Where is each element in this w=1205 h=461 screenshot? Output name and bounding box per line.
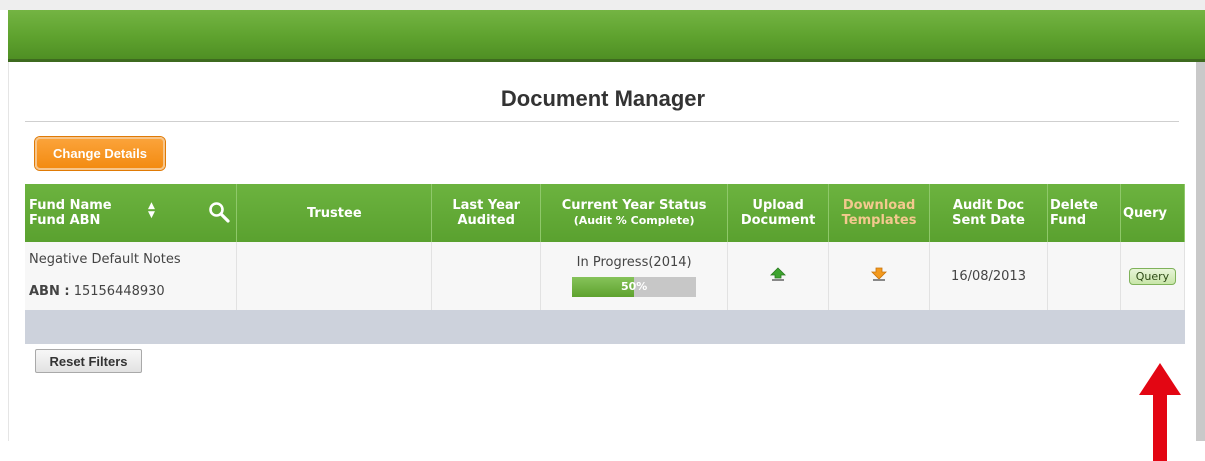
- annotation-arrow-icon: [1139, 363, 1181, 461]
- search-icon[interactable]: [207, 200, 231, 224]
- cell-audit-doc-sent-date: 16/08/2013: [929, 242, 1048, 310]
- header-delete-line1: Delete: [1050, 198, 1098, 213]
- browser-top-strip: [0, 0, 1205, 10]
- cell-trustee: [236, 242, 433, 310]
- status-text: In Progress(2014): [576, 255, 692, 270]
- cell-delete-fund: [1047, 242, 1121, 310]
- header-download-line1: Download: [842, 198, 916, 213]
- cell-fund: Negative Default Notes ABN : 15156448930: [25, 242, 238, 310]
- header-audit-line1: Audit Doc: [952, 198, 1025, 213]
- app-header-bar: [8, 10, 1205, 62]
- header-audit-doc-sent-date[interactable]: Audit Doc Sent Date: [929, 184, 1048, 242]
- cell-upload: [727, 242, 830, 310]
- audit-progress-bar: 50%: [572, 277, 697, 297]
- header-last-year-audited[interactable]: Last Year Audited: [431, 184, 542, 242]
- vertical-scrollbar[interactable]: [1196, 62, 1205, 441]
- header-status-line2: (Audit % Complete): [573, 214, 695, 227]
- header-download-line2: Templates: [841, 213, 917, 228]
- header-fund-abn-label: Fund ABN: [29, 213, 101, 228]
- header-trustee[interactable]: Trustee: [236, 184, 433, 242]
- header-status-line1: Current Year Status: [561, 198, 707, 213]
- header-current-year-status[interactable]: Current Year Status (Audit % Complete): [540, 184, 729, 242]
- header-download-templates[interactable]: Download Templates: [828, 184, 931, 242]
- page-title: Document Manager: [500, 86, 706, 111]
- abn-label: ABN :: [29, 284, 70, 299]
- header-fund-name-label: Fund Name: [29, 198, 112, 213]
- header-audit-line2: Sent Date: [952, 213, 1025, 228]
- cell-last-year-audited: [431, 242, 542, 310]
- title-divider: [25, 121, 1179, 122]
- table-header-row: Fund Name Fund ABN ▲ ▼ Trustee Last Year …: [25, 184, 1186, 242]
- change-details-button[interactable]: Change Details: [35, 137, 165, 170]
- funds-table: Fund Name Fund ABN ▲ ▼ Trustee Last Year …: [25, 184, 1186, 344]
- header-delete-line2: Fund: [1050, 213, 1087, 228]
- header-last-year-line1: Last Year: [452, 198, 521, 213]
- download-arrow-icon[interactable]: [871, 266, 888, 282]
- cell-status: In Progress(2014) 50%: [540, 242, 729, 310]
- header-upload-line1: Upload: [752, 198, 804, 213]
- header-fund-name[interactable]: Fund Name Fund ABN ▲ ▼: [25, 184, 238, 242]
- sort-arrows-icon[interactable]: ▲ ▼: [148, 202, 155, 220]
- table-footer-row: [25, 310, 1185, 344]
- cell-query: Query: [1120, 242, 1186, 310]
- header-last-year-line2: Audited: [457, 213, 515, 228]
- header-upload-line2: Document: [740, 213, 816, 228]
- abn-value: 15156448930: [73, 284, 165, 299]
- reset-filters-button[interactable]: Reset Filters: [35, 349, 142, 373]
- header-delete-fund: Delete Fund: [1047, 184, 1121, 242]
- document-manager-panel: Document Manager Change Details Fund Nam…: [8, 62, 1196, 461]
- cell-download: [828, 242, 931, 310]
- upload-arrow-icon[interactable]: [770, 266, 787, 282]
- header-query: Query: [1120, 184, 1186, 242]
- table-row: Negative Default Notes ABN : 15156448930…: [25, 242, 1186, 310]
- query-button[interactable]: Query: [1128, 267, 1177, 285]
- audit-progress-label: 50%: [620, 280, 648, 293]
- table-footer-cell: [25, 310, 1185, 344]
- fund-name: Negative Default Notes: [29, 252, 181, 267]
- header-upload-document: Upload Document: [727, 184, 830, 242]
